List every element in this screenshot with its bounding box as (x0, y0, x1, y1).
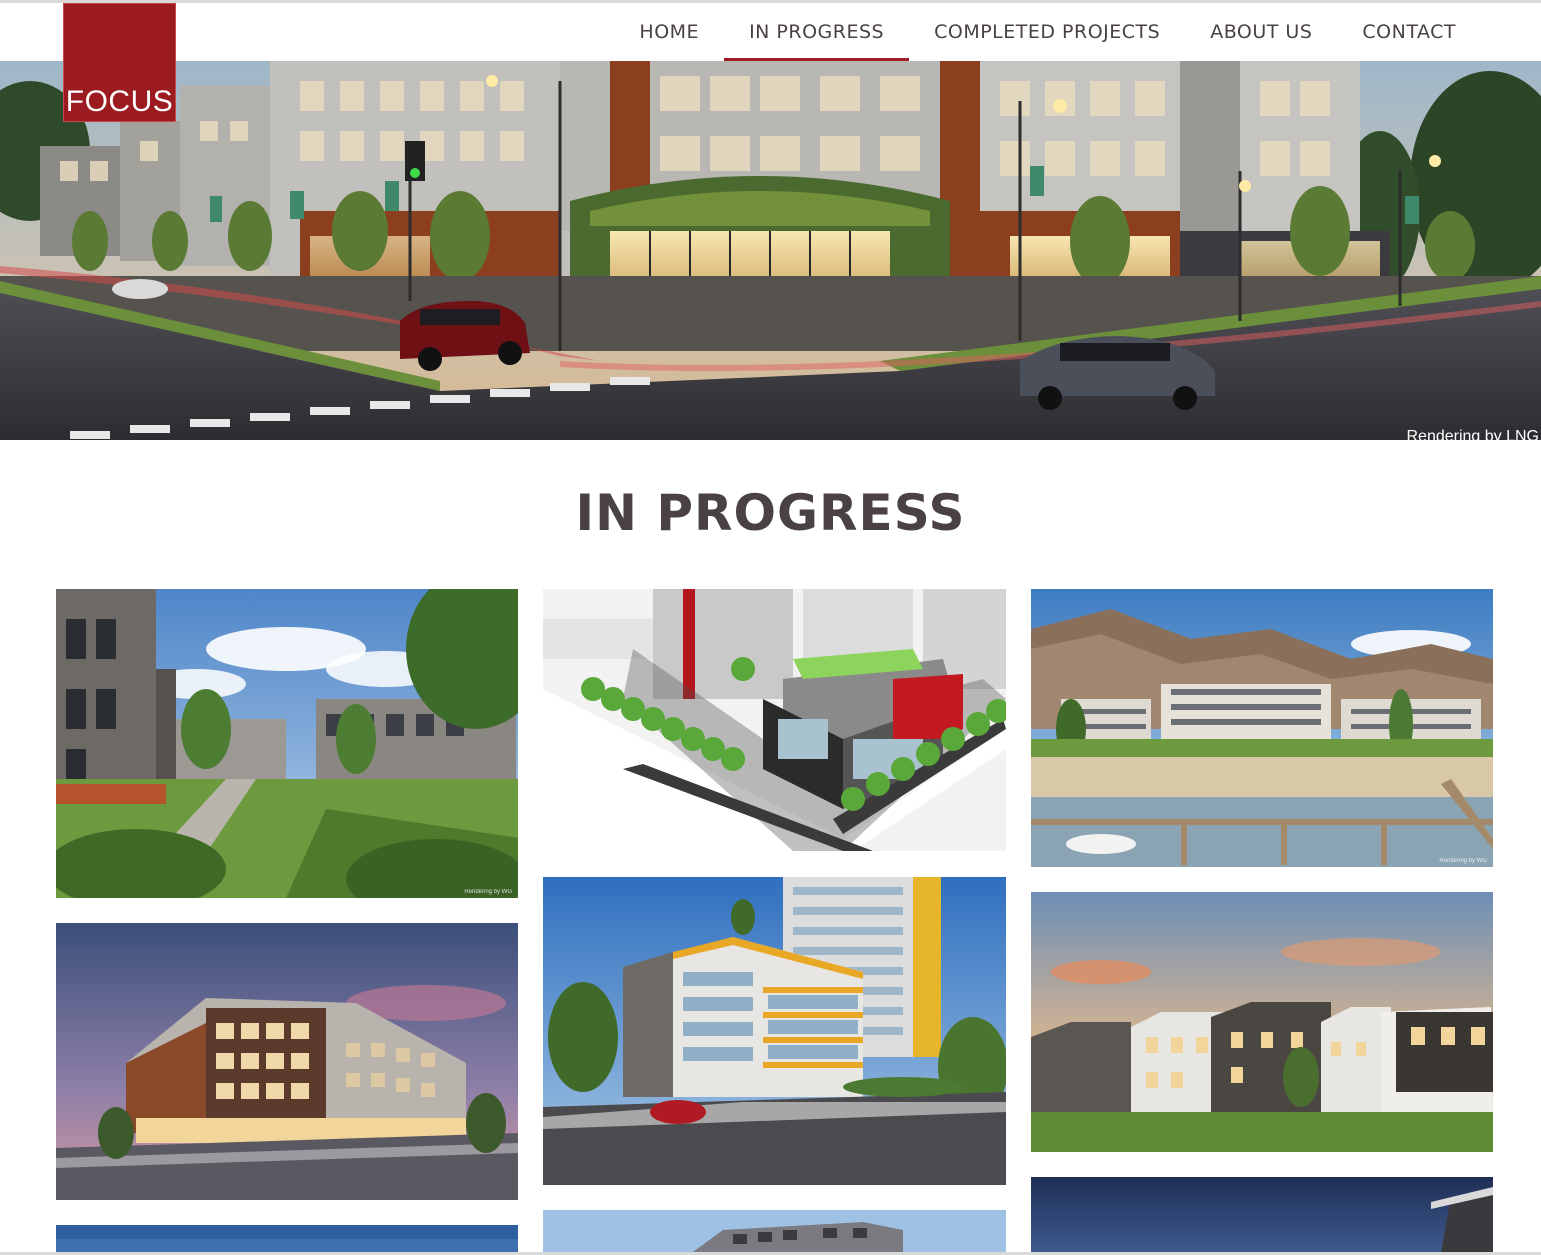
main-nav: HOME IN PROGRESS COMPLETED PROJECTS ABOU… (614, 3, 1481, 61)
nav-contact[interactable]: CONTACT (1337, 3, 1481, 61)
project-tile-lakefront[interactable]: Rendering by WG (1031, 589, 1493, 867)
hero-rendering (0, 61, 1541, 440)
project-image (1031, 589, 1493, 867)
project-image (1031, 892, 1493, 1152)
project-image (1031, 1177, 1493, 1252)
hero-credit: Rendering by LNG (1406, 428, 1539, 440)
hero-banner: Rendering by LNG (0, 61, 1541, 440)
project-tile-column1-row3[interactable] (56, 1225, 518, 1252)
project-tile-column2-row3[interactable] (543, 1210, 1006, 1252)
project-image (56, 923, 518, 1200)
project-tile-townhome-courtyard[interactable]: Rendering by WG (56, 589, 518, 898)
site-header: HOME IN PROGRESS COMPLETED PROJECTS ABOU… (0, 3, 1541, 61)
project-tile-column3-row3[interactable] (1031, 1177, 1493, 1252)
logo-text: FOCUS (65, 85, 174, 118)
nav-home[interactable]: HOME (614, 3, 724, 61)
page-title: IN PROGRESS (575, 484, 966, 542)
project-image (56, 589, 518, 898)
tile-credit: Rendering by WG (1439, 858, 1487, 864)
project-image (56, 1225, 518, 1252)
project-tile-corner-stone[interactable] (56, 923, 518, 1200)
focus-logo[interactable]: FOCUS (63, 3, 176, 122)
project-tile-urban-block-model[interactable] (543, 589, 1006, 851)
project-image (543, 1210, 1006, 1252)
project-tile-sunset-townhomes[interactable] (1031, 892, 1493, 1152)
project-image (543, 877, 1006, 1185)
project-image (543, 589, 1006, 851)
project-tile-yellow-balcony-tower[interactable] (543, 877, 1006, 1185)
nav-about-us[interactable]: ABOUT US (1185, 3, 1337, 61)
nav-completed-projects[interactable]: COMPLETED PROJECTS (909, 3, 1185, 61)
tile-credit: Rendering by WG (464, 889, 512, 895)
nav-in-progress[interactable]: IN PROGRESS (724, 3, 910, 61)
